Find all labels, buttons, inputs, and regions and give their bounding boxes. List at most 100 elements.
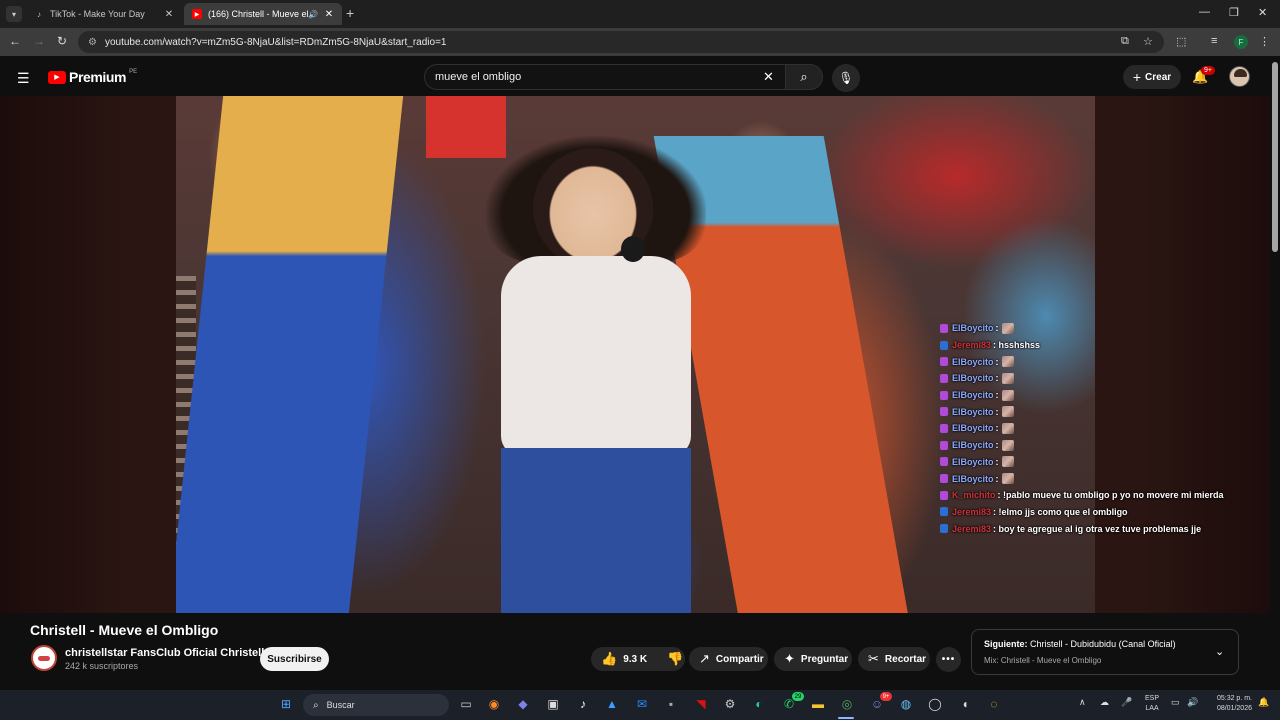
whatsapp-badge: 29: [792, 692, 804, 701]
tiktok-taskbar-icon[interactable]: ♪: [575, 696, 591, 712]
chat-badge-icon: [940, 373, 948, 383]
channel-name[interactable]: christellstar FansClub Oficial Christell: [65, 647, 264, 659]
chat-username: ElBoycito: [952, 423, 994, 434]
plus-icon: +: [1132, 69, 1142, 85]
taskbar-search[interactable]: ⌕ Buscar: [303, 694, 449, 716]
ask-button[interactable]: ✦ Preguntar: [774, 647, 852, 671]
pdf-reader-icon[interactable]: ◥: [693, 696, 709, 712]
windows-start-icon[interactable]: ⊞: [278, 696, 294, 712]
cast-icon[interactable]: ⧉: [1121, 35, 1129, 48]
active-app-indicator: [838, 717, 854, 719]
app-icon-3[interactable]: ◌: [986, 696, 1002, 712]
tiktok-icon: ♪: [37, 9, 41, 19]
app-icon-2[interactable]: ◖: [957, 696, 973, 712]
search-value: mueve el ombligo: [435, 71, 522, 83]
tab-search-button[interactable]: ▾: [6, 6, 22, 22]
settings-app-icon[interactable]: ⚙: [722, 696, 738, 712]
minimize-icon[interactable]: —: [1199, 6, 1210, 18]
extensions-icon[interactable]: ⬚: [1176, 35, 1186, 48]
photos-icon[interactable]: ▲: [604, 696, 620, 712]
clip-button[interactable]: ✂ Recortar: [858, 647, 930, 671]
edge-icon[interactable]: ◐: [751, 696, 767, 712]
share-label: Compartir: [715, 653, 764, 665]
language-code: ESP: [1145, 695, 1160, 702]
firefox-icon[interactable]: ◉: [486, 696, 502, 712]
page-scrollbar-thumb[interactable]: [1272, 62, 1278, 252]
dislike-icon[interactable]: 👎: [667, 651, 683, 667]
language-indicator[interactable]: ESP LAA: [1145, 694, 1159, 714]
video-title: Christell - Mueve el Ombligo: [30, 622, 219, 638]
reload-icon[interactable]: ↻: [57, 34, 67, 48]
volume-icon[interactable]: 🔊: [1187, 697, 1198, 708]
profile-avatar[interactable]: F: [1234, 35, 1248, 49]
close-tab-icon[interactable]: ✕: [324, 9, 334, 20]
menu-icon[interactable]: ☰: [17, 70, 30, 87]
chat-message: ElBoycito:: [940, 370, 1260, 387]
chat-emote-icon: [1001, 406, 1014, 418]
forward-icon[interactable]: →: [33, 34, 45, 48]
like-icon[interactable]: 👍: [601, 651, 617, 667]
chat-username: Jeremi83: [952, 523, 992, 534]
tab-tiktok[interactable]: ♪ TikTok - Make Your Day ✕: [26, 3, 182, 25]
restore-icon[interactable]: ❐: [1229, 6, 1239, 19]
microphone-tray-icon[interactable]: 🎤: [1121, 697, 1132, 708]
chat-badge-icon: [940, 357, 948, 367]
chat-message: Jeremi83: !elmo jjs como que el ombligo: [940, 504, 1260, 521]
media-control-icon[interactable]: ≡: [1211, 35, 1217, 47]
up-next-panel[interactable]: Siguiente: Christell - Dubidubidu (Canal…: [971, 629, 1239, 675]
site-info-icon[interactable]: ⚙: [88, 37, 97, 48]
share-button[interactable]: ↗ Compartir: [689, 647, 768, 671]
clear-search-icon[interactable]: ✕: [763, 69, 774, 85]
account-avatar[interactable]: [1229, 66, 1250, 87]
network-cloud-icon[interactable]: ☁: [1100, 697, 1109, 708]
close-window-icon[interactable]: ✕: [1258, 6, 1267, 19]
clock-date: 08/01/2026: [1216, 705, 1252, 712]
display-icon[interactable]: ▭: [1171, 697, 1180, 708]
chevron-down-icon[interactable]: ⌄: [1215, 645, 1224, 658]
new-tab-button[interactable]: +: [346, 5, 354, 21]
create-button[interactable]: + Crear: [1123, 65, 1181, 89]
task-view-icon[interactable]: ▭: [458, 696, 474, 712]
obs-icon[interactable]: ◯: [927, 696, 943, 712]
chat-message: Jeremi83: boy te agregue al ig otra vez …: [940, 520, 1260, 537]
chat-emote-icon: [1001, 372, 1014, 384]
browser-menu-icon[interactable]: ⋮: [1259, 35, 1270, 48]
tab-youtube[interactable]: ▶ (166) Christell - Mueve el O 🔊 ✕: [184, 3, 342, 25]
bookmark-star-icon[interactable]: ☆: [1143, 35, 1153, 48]
up-next-prefix: Siguiente:: [984, 639, 1028, 649]
teams-icon[interactable]: ◆: [515, 696, 531, 712]
mail-icon[interactable]: ✉: [634, 696, 650, 712]
like-count[interactable]: 9.3 K: [623, 654, 647, 665]
chat-message: ElBoycito:: [940, 353, 1260, 370]
chat-message: Jeremi83: hsshshss: [940, 337, 1260, 354]
chat-username: ElBoycito: [952, 406, 994, 417]
clock[interactable]: 05:32 p. m. 08/01/2026: [1208, 694, 1252, 714]
search-button[interactable]: ⌕: [785, 64, 823, 90]
chat-message: K_michito: !pablo mueve tu ombligo p yo …: [940, 487, 1260, 504]
app-icon[interactable]: ▪: [663, 696, 679, 712]
chat-message: ElBoycito:: [940, 387, 1260, 404]
store-icon[interactable]: ▣: [545, 696, 561, 712]
close-tab-icon[interactable]: ✕: [164, 9, 174, 20]
notification-center-icon[interactable]: 🔔: [1258, 697, 1269, 708]
url-bar[interactable]: ⚙ youtube.com/watch?v=mZm5G-8NjaU&list=R…: [78, 31, 1164, 53]
steam-icon[interactable]: ◍: [898, 696, 914, 712]
youtube-logo[interactable]: ▶ Premium PE: [48, 69, 137, 85]
file-explorer-icon[interactable]: ▬: [810, 696, 826, 712]
speaker-icon[interactable]: 🔊: [308, 10, 318, 19]
video-girl-shirt: [501, 256, 691, 456]
chat-badge-icon: [940, 524, 948, 534]
up-next-title: Christell - Dubidubidu (Canal Oficial): [1030, 639, 1176, 649]
subscribe-button[interactable]: Suscribirse: [260, 647, 329, 671]
more-actions-button[interactable]: •••: [936, 647, 961, 672]
chrome-icon[interactable]: ◎: [839, 696, 855, 712]
search-input[interactable]: mueve el ombligo: [424, 64, 788, 90]
chat-emote-icon: [1001, 439, 1014, 451]
chat-username: Jeremi83: [952, 506, 992, 517]
chat-text: :: [995, 440, 999, 451]
tray-chevron-icon[interactable]: ∧: [1079, 697, 1086, 708]
chat-message: ElBoycito:: [940, 420, 1260, 437]
channel-avatar[interactable]: [31, 645, 57, 671]
back-icon[interactable]: ←: [9, 34, 21, 48]
voice-search-button[interactable]: 🎙: [832, 64, 860, 92]
